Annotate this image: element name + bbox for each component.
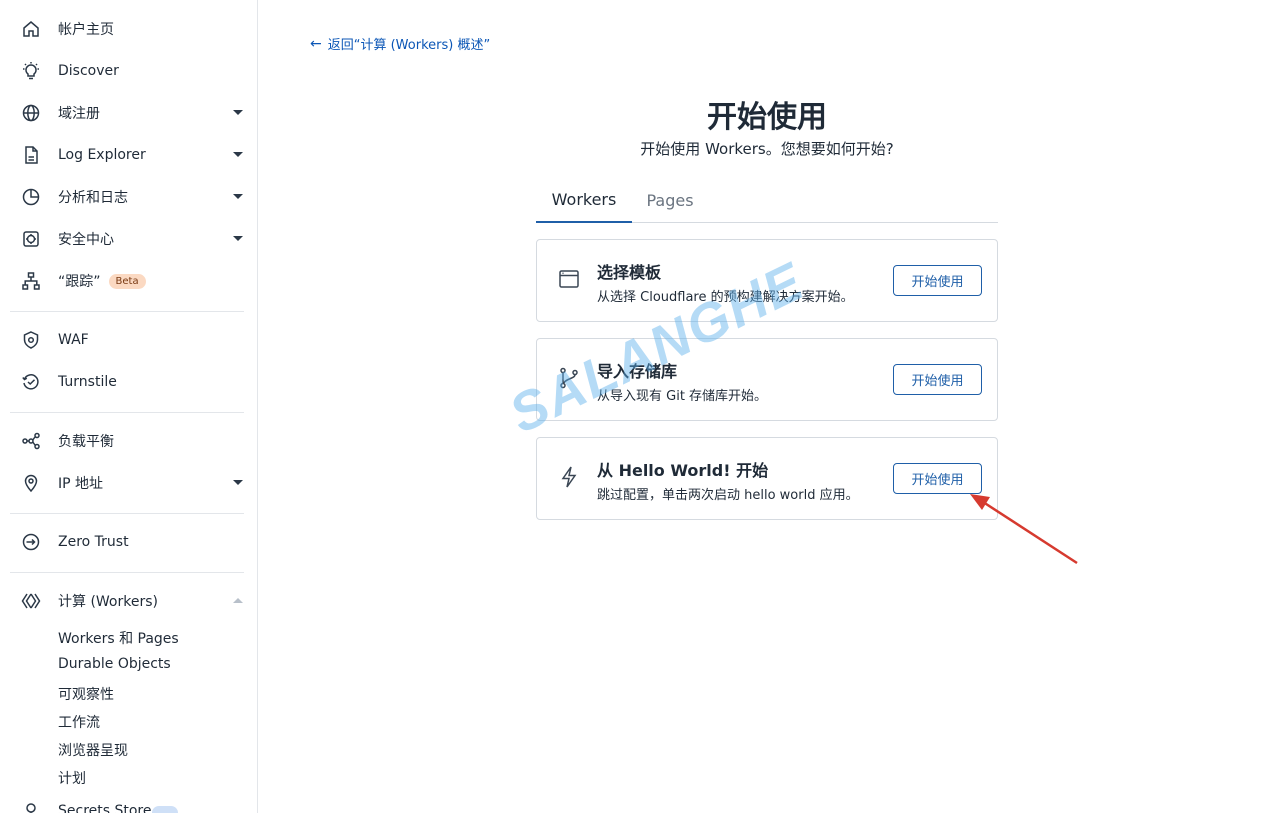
sidebar-item-label: Turnstile	[58, 374, 117, 390]
card-select-template: 选择模板 从选择 Cloudflare 的预构建解决方案开始。 开始使用	[536, 239, 998, 322]
get-started-button[interactable]: 开始使用	[893, 463, 982, 494]
sidebar-item-account-home[interactable]: 帐户主页	[0, 11, 257, 47]
card-description: 跳过配置，单击两次启动 hello world 应用。	[597, 488, 859, 503]
sidebar-item-label: Secrets Store	[58, 803, 152, 813]
sidebar-item-security-center[interactable]: 安全中心	[0, 221, 257, 257]
sidebar-item-label: “跟踪”	[58, 274, 101, 290]
sidebar-item-domain-registration[interactable]: 域注册	[0, 95, 257, 131]
chevron-up-icon[interactable]	[233, 598, 243, 603]
sidebar-item-label: WAF	[58, 332, 89, 348]
get-started-button[interactable]: 开始使用	[893, 265, 982, 296]
sidebar-item-label: 负载平衡	[58, 434, 114, 450]
sidebar-item-label: IP 地址	[58, 476, 104, 492]
sidebar-item-label: 帐户主页	[58, 22, 114, 38]
sidebar-item-label: Discover	[58, 63, 119, 79]
sidebar-item-label: 计算 (Workers)	[58, 594, 158, 610]
key-icon	[20, 800, 42, 813]
card-title: 导入存储库	[597, 362, 678, 381]
sidebar-item-trace[interactable]: “跟踪” Beta	[0, 263, 257, 299]
card-import-repository: 导入存储库 从导入现有 Git 存储库开始。 开始使用	[536, 338, 998, 421]
sidebar-subitem-plans[interactable]: 计划	[58, 768, 86, 788]
sidebar-item-turnstile[interactable]: Turnstile	[0, 364, 257, 400]
card-hello-world: 从 Hello World! 开始 跳过配置，单击两次启动 hello worl…	[536, 437, 998, 520]
shield-icon	[20, 329, 42, 351]
sidebar-subitem-observability[interactable]: 可观察性	[58, 684, 114, 704]
sidebar-item-log-explorer[interactable]: Log Explorer	[0, 137, 257, 173]
location-pin-icon	[20, 472, 42, 494]
back-link-label: 返回“计算 (Workers) 概述”	[327, 38, 491, 53]
page-subtitle: 开始使用 Workers。您想要如何开始?	[640, 140, 894, 158]
sidebar-item-analytics-logs[interactable]: 分析和日志	[0, 179, 257, 215]
browser-window-icon	[557, 267, 581, 291]
sidebar-item-load-balancing[interactable]: 负载平衡	[0, 423, 257, 459]
chevron-down-icon[interactable]	[233, 110, 243, 115]
card-title: 从 Hello World! 开始	[597, 461, 769, 480]
page-title: 开始使用	[707, 100, 827, 135]
arrow-left-icon: ←	[310, 35, 322, 52]
chevron-down-icon[interactable]	[233, 480, 243, 485]
sidebar-divider	[10, 412, 244, 413]
sidebar-item-workers[interactable]: 计算 (Workers)	[0, 583, 257, 619]
sidebar-subitem-durable-objects[interactable]: Durable Objects	[58, 656, 171, 672]
tab-workers[interactable]: Workers	[536, 178, 632, 223]
load-balancing-icon	[20, 430, 42, 452]
sidebar-item-zero-trust[interactable]: Zero Trust	[0, 524, 257, 560]
chevron-down-icon[interactable]	[233, 236, 243, 241]
card-description: 从选择 Cloudflare 的预构建解决方案开始。	[597, 290, 854, 305]
card-title: 选择模板	[597, 263, 662, 282]
sidebar-subitem-workers-pages[interactable]: Workers 和 Pages	[58, 628, 179, 648]
tab-bar: Workers Pages	[536, 178, 998, 223]
document-icon	[20, 144, 42, 166]
pie-chart-icon	[20, 186, 42, 208]
tab-pages[interactable]: Pages	[636, 178, 704, 223]
sidebar-item-ip-addresses[interactable]: IP 地址	[0, 465, 257, 501]
new-badge	[152, 806, 178, 813]
get-started-button[interactable]: 开始使用	[893, 364, 982, 395]
chevron-down-icon[interactable]	[233, 152, 243, 157]
workers-icon	[20, 590, 42, 612]
sidebar-subitem-workflows[interactable]: 工作流	[58, 712, 100, 732]
security-center-icon	[20, 228, 42, 250]
globe-icon	[20, 102, 42, 124]
sidebar-item-waf[interactable]: WAF	[0, 322, 257, 358]
sidebar-item-discover[interactable]: Discover	[0, 53, 257, 89]
beta-badge: Beta	[108, 273, 146, 289]
chevron-down-icon[interactable]	[233, 194, 243, 199]
sitemap-icon	[20, 270, 42, 292]
lightbulb-icon	[20, 60, 42, 82]
sidebar-divider	[10, 513, 244, 514]
zero-trust-icon	[20, 531, 42, 553]
lightning-icon	[557, 465, 581, 489]
sidebar: 帐户主页 Discover 域注册 Log Explorer 分析和日志 安全中…	[0, 0, 258, 813]
sidebar-subitem-browser-rendering[interactable]: 浏览器呈现	[58, 740, 128, 760]
git-branch-icon	[557, 366, 581, 390]
turnstile-icon	[20, 371, 42, 393]
sidebar-item-label: 安全中心	[58, 232, 114, 248]
sidebar-item-secrets-store[interactable]: Secrets Store	[20, 800, 152, 813]
sidebar-item-label: Zero Trust	[58, 534, 129, 550]
sidebar-item-label: 域注册	[58, 106, 100, 122]
back-link[interactable]: ← 返回“计算 (Workers) 概述”	[310, 34, 491, 54]
home-icon	[20, 18, 42, 40]
card-description: 从导入现有 Git 存储库开始。	[597, 389, 768, 404]
sidebar-divider	[10, 572, 244, 573]
sidebar-item-label: 分析和日志	[58, 190, 128, 206]
sidebar-item-label: Log Explorer	[58, 147, 146, 163]
sidebar-divider	[10, 311, 244, 312]
